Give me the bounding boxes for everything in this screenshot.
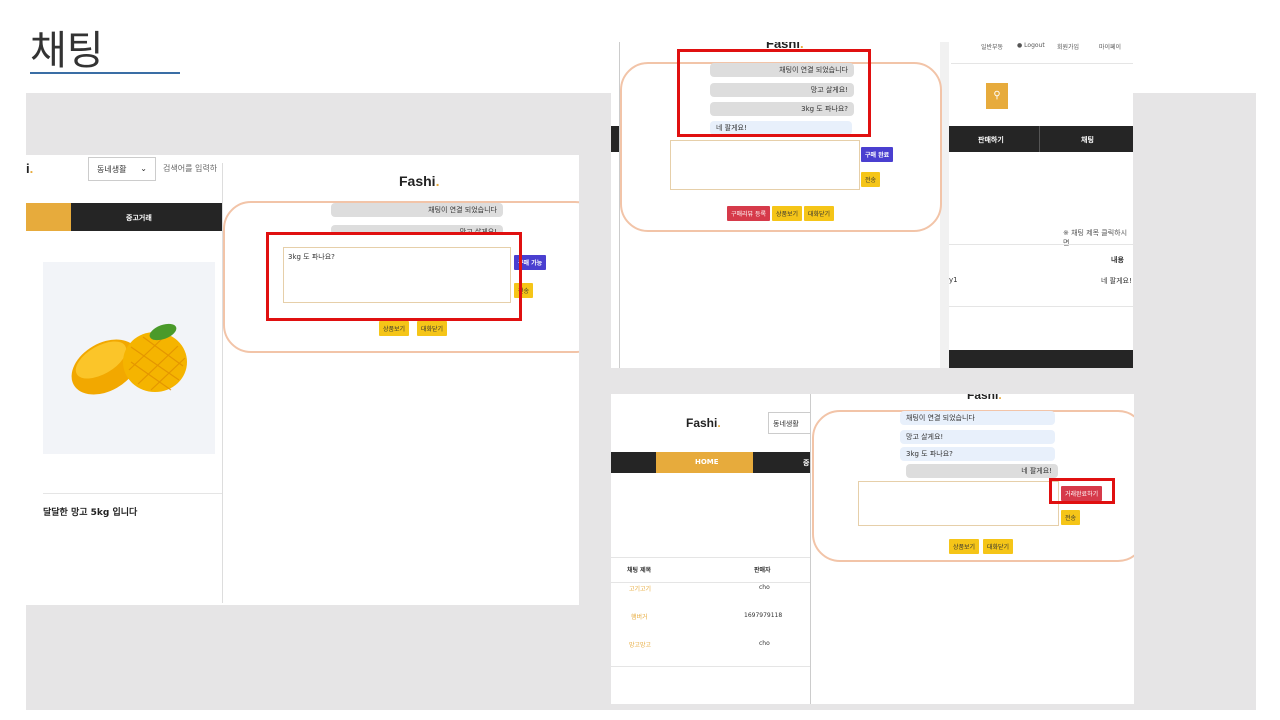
top-link[interactable]: 마이페이 <box>1099 42 1121 51</box>
highlight-box <box>266 232 522 321</box>
view-product-button[interactable]: 상품보기 <box>772 206 803 221</box>
table-cell: cho <box>759 584 770 591</box>
screenshot-trade-complete: Fashi. 동네생활 HOME 중 채팅 제목 판매자 고기고기 cho 햄버… <box>611 394 1134 704</box>
chat-message: 망고 살게요! <box>900 430 1055 444</box>
close-chat-button[interactable]: 대화닫기 <box>804 206 835 221</box>
divider <box>945 306 1133 307</box>
product-image <box>43 262 215 454</box>
mango-image <box>71 323 187 395</box>
hint-text: ※ 채팅 제목 클릭하시면 <box>1063 229 1128 247</box>
nav-item-sell[interactable]: 판매하기 <box>978 135 1004 145</box>
chat-message: 채팅이 연결 되었습니다 <box>900 411 1055 425</box>
site-logo: Fashi. <box>686 416 721 430</box>
table-cell: cho <box>759 640 770 647</box>
nav-active <box>26 203 71 231</box>
top-link[interactable]: 일반부동 <box>981 42 1003 51</box>
popup-logo: Fashi. <box>399 173 440 189</box>
footer-bar <box>945 350 1133 368</box>
top-links: 일반부동 ● Logout 회원가입 마이페이 <box>971 42 1133 62</box>
slide-title: 채팅 <box>30 28 104 74</box>
chat-textarea[interactable] <box>858 481 1059 526</box>
screenshot-product-chat: i. 동네생활 ⌄ 검색어를 입력하 중고거래 달달한 망고 5kg 입니다 Fa… <box>26 155 579 605</box>
close-chat-button[interactable]: 대화닫기 <box>417 321 448 336</box>
close-chat-button[interactable]: 대화닫기 <box>983 539 1014 554</box>
chat-popup: Fashi. 채팅이 연결 되었습니다 망고 살게요! 3kg 도 파나요? 네… <box>619 42 949 368</box>
column-header-content: 내용 <box>1111 256 1124 264</box>
view-product-button[interactable]: 상품보기 <box>949 539 980 554</box>
chat-title-link[interactable]: 망고망고 <box>629 640 651 649</box>
divider <box>611 557 811 558</box>
nav-item-home[interactable]: HOME <box>695 458 719 466</box>
product-name: 달달한 망고 5kg 입니다 <box>43 508 138 518</box>
search-button[interactable]: ⚲ <box>986 83 1008 109</box>
view-product-button[interactable]: 상품보기 <box>379 321 410 336</box>
search-input[interactable]: 검색어를 입력하 <box>163 163 217 174</box>
nav-separator <box>1039 126 1040 152</box>
top-link-logout[interactable]: ● Logout <box>1017 42 1045 49</box>
nav-item[interactable]: 중 <box>803 458 809 468</box>
divider <box>611 666 811 667</box>
chat-message: 3kg 도 파나요? <box>900 447 1055 461</box>
highlight-box <box>1049 478 1115 504</box>
table-cell: y1 <box>949 276 958 284</box>
search-icon: ⚲ <box>993 90 1001 101</box>
chat-popup: Fashi. 채팅이 연결 되었습니다 망고 살게요! 3kg 도 파나요? 구… <box>222 163 579 603</box>
purchase-complete-button[interactable]: 구매 완료 <box>861 147 894 162</box>
register-review-button[interactable]: 구매리뷰 등록 <box>727 206 771 221</box>
screenshot-chat-complete: 일반부동 ● Logout 회원가입 마이페이 ⚲ 판매하기 채팅 ※ 채팅 제… <box>611 42 1133 368</box>
divider <box>611 582 811 583</box>
chat-textarea[interactable] <box>670 140 860 190</box>
chat-popup: Fashi. 채팅이 연결 되었습니다 망고 살게요! 3kg 도 파나요? 네… <box>810 394 1134 704</box>
chat-message: 네 팔게요! <box>906 464 1058 478</box>
table-cell: 1697979118 <box>744 612 783 619</box>
chat-message: 채팅이 연결 되었습니다 <box>331 203 503 217</box>
divider <box>951 63 1133 64</box>
divider <box>43 493 223 494</box>
send-button[interactable]: 전송 <box>1061 510 1081 525</box>
category-select[interactable]: 동네생활 ⌄ <box>88 157 156 181</box>
chat-title-link[interactable]: 고기고기 <box>629 584 651 593</box>
column-header-seller: 판매자 <box>754 567 771 574</box>
column-header-title: 채팅 제목 <box>627 567 652 574</box>
top-link[interactable]: 회원가입 <box>1057 42 1079 51</box>
table-cell: 네 팔게요! <box>1101 277 1132 285</box>
send-button[interactable]: 전송 <box>861 172 881 187</box>
chat-title-link[interactable]: 햄버거 <box>631 612 648 621</box>
nav-item-used-trade[interactable]: 중고거래 <box>126 213 152 223</box>
divider <box>945 244 1133 245</box>
site-logo: i. <box>26 161 34 176</box>
nav-item-chat[interactable]: 채팅 <box>1081 135 1094 145</box>
popup-logo: Fashi. <box>967 394 1002 402</box>
highlight-box <box>677 49 871 137</box>
title-underline <box>30 72 180 74</box>
